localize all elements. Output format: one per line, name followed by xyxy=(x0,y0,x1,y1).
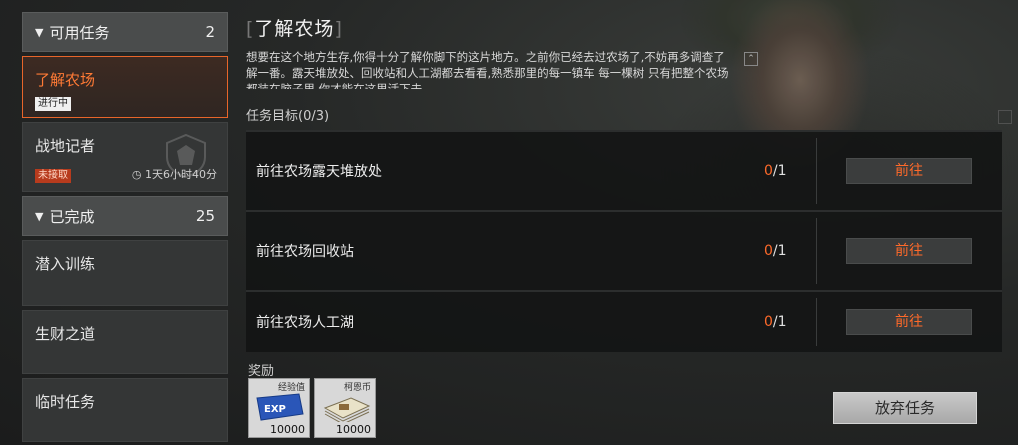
objective-row: 前往农场露天堆放处 0/1 前往 xyxy=(246,130,1002,210)
not-accepted-badge: 未接取 xyxy=(35,169,71,183)
available-quests-header[interactable]: ▼ 可用任务 2 xyxy=(22,12,228,52)
timer-text: 1天6小时40分 xyxy=(145,168,217,181)
quest-item-learn-farm[interactable]: 了解农场 进行中 xyxy=(22,56,228,118)
divider xyxy=(816,138,817,204)
goto-button[interactable]: 前往 xyxy=(846,309,972,335)
completed-quests-label: 已完成 xyxy=(49,207,95,226)
quest-title: 生财之道 xyxy=(35,325,96,343)
completed-quests-count: 25 xyxy=(195,207,215,225)
svg-text:EXP: EXP xyxy=(264,404,286,415)
clock-icon: ◷ xyxy=(131,168,142,181)
reward-amount: 10000 xyxy=(336,423,371,436)
divider xyxy=(816,218,817,284)
objective-row: 前往农场人工湖 0/1 前往 xyxy=(246,290,1002,352)
available-quests-label: 可用任务 xyxy=(49,23,110,42)
divider xyxy=(816,298,817,346)
quest-detail-title: [了解农场] xyxy=(246,18,343,40)
objective-progress: 0/1 xyxy=(764,314,787,330)
quest-detail-panel: [了解农场] 想要在这个地方生存,你得十分了解你脚下的这片地方。之前你已经去过农… xyxy=(246,14,1006,352)
quest-title: 潜入训练 xyxy=(35,255,96,273)
rewards-label: 奖励 xyxy=(248,364,275,379)
quest-item-infiltration-training[interactable]: 潜入训练 xyxy=(22,240,228,306)
objective-progress: 0/1 xyxy=(764,163,787,179)
quest-title: 了解农场 xyxy=(35,71,96,89)
goto-button[interactable]: 前往 xyxy=(846,238,972,264)
reward-amount: 10000 xyxy=(270,423,305,436)
completed-quests-header[interactable]: ▼ 已完成 25 xyxy=(22,196,228,236)
abandon-quest-button[interactable]: 放弃任务 xyxy=(833,392,977,424)
quest-timer: ◷ 1天6小时40分 xyxy=(132,166,217,182)
triangle-down-icon: ▼ xyxy=(35,209,44,223)
collapse-up-icon[interactable]: ⌃ xyxy=(744,52,758,66)
money-stack-icon xyxy=(323,397,371,422)
quest-item-temporary-task[interactable]: 临时任务 xyxy=(22,378,228,442)
objective-row: 前往农场回收站 0/1 前往 xyxy=(246,210,1002,290)
goto-button[interactable]: 前往 xyxy=(846,158,972,184)
objective-label: 前往农场露天堆放处 xyxy=(256,164,382,180)
quest-item-money-making[interactable]: 生财之道 xyxy=(22,310,228,374)
quest-title: 临时任务 xyxy=(35,393,96,411)
objectives-list: 前往农场露天堆放处 0/1 前往 前往农场回收站 0/1 前往 前往农场人工湖 … xyxy=(246,130,1002,352)
reward-exp[interactable]: 经验值 EXP 10000 xyxy=(248,378,310,438)
objective-progress: 0/1 xyxy=(764,243,787,259)
exp-ticket-icon: EXP xyxy=(256,393,304,421)
quest-sidebar: ▼ 可用任务 2 了解农场 进行中 战地记者 未接取 ◷ 1天6小时40分 ▼ … xyxy=(22,12,228,442)
objectives-header: 任务目标(0/3) xyxy=(246,109,330,124)
in-progress-badge: 进行中 xyxy=(35,97,71,111)
quest-item-war-reporter[interactable]: 战地记者 未接取 ◷ 1天6小时40分 xyxy=(22,122,228,192)
quest-description: 想要在这个地方生存,你得十分了解你脚下的这片地方。之前你已经去过农场了,不妨再多… xyxy=(246,50,729,89)
expand-icon[interactable] xyxy=(998,110,1012,124)
objective-label: 前往农场回收站 xyxy=(256,244,354,260)
triangle-down-icon: ▼ xyxy=(35,25,44,39)
reward-coin[interactable]: 柯恩币 10000 xyxy=(314,378,376,438)
available-quests-count: 2 xyxy=(205,23,215,41)
objective-label: 前往农场人工湖 xyxy=(256,315,354,331)
